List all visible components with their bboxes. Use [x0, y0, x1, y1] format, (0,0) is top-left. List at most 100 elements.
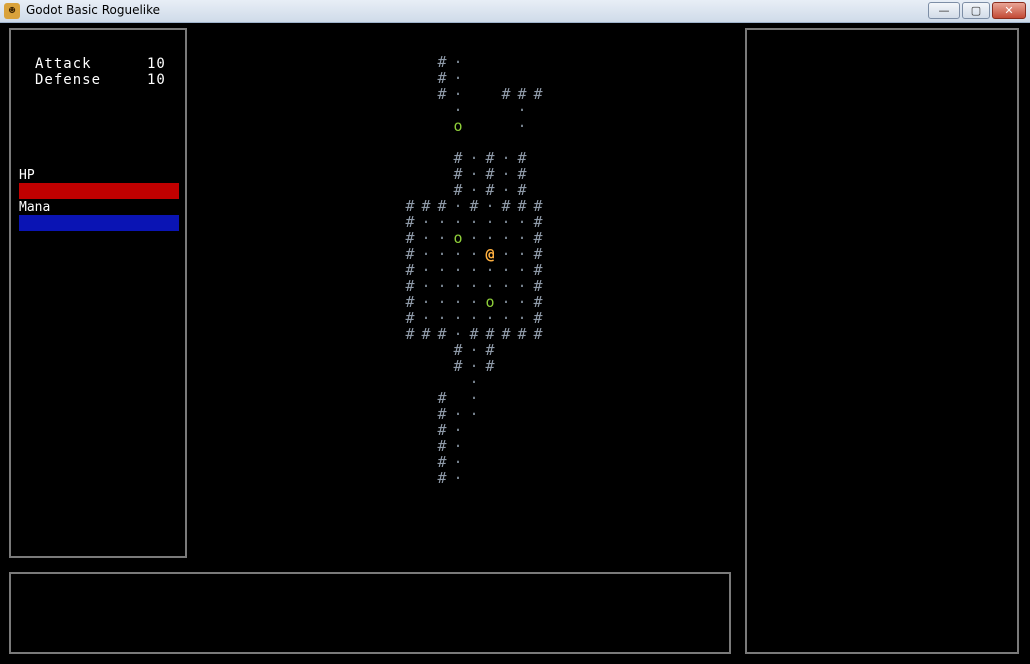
floor-tile: ·	[453, 85, 463, 103]
floor-tile: ·	[485, 197, 495, 215]
floor-tile: ·	[469, 213, 479, 231]
wall-tile: #	[501, 85, 511, 103]
wall-tile: #	[453, 165, 463, 183]
wall-tile: #	[405, 325, 415, 343]
wall-tile: #	[437, 85, 447, 103]
wall-tile: #	[469, 197, 479, 215]
wall-tile: #	[533, 85, 543, 103]
floor-tile: ·	[437, 277, 447, 295]
maximize-button[interactable]: ▢	[962, 2, 990, 19]
floor-tile: ·	[469, 181, 479, 199]
floor-tile: ·	[469, 277, 479, 295]
wall-tile: #	[405, 213, 415, 231]
floor-tile: ·	[485, 277, 495, 295]
minimize-button[interactable]: —	[928, 2, 960, 19]
floor-tile: ·	[421, 245, 431, 263]
defense-label: Defense	[35, 72, 102, 88]
floor-tile: ·	[469, 389, 479, 407]
floor-tile: ·	[421, 293, 431, 311]
floor-tile: ·	[501, 245, 511, 263]
floor-tile: ·	[469, 341, 479, 359]
wall-tile: #	[533, 277, 543, 295]
floor-tile: ·	[469, 245, 479, 263]
wall-tile: #	[405, 309, 415, 327]
floor-tile: ·	[453, 213, 463, 231]
floor-tile: ·	[453, 469, 463, 487]
mana-bar-fill	[19, 215, 179, 231]
wall-tile: #	[437, 453, 447, 471]
window-title: Godot Basic Roguelike	[26, 3, 161, 17]
wall-tile: #	[517, 149, 527, 167]
floor-tile: ·	[501, 165, 511, 183]
floor-tile: ·	[501, 293, 511, 311]
wall-tile: #	[501, 197, 511, 215]
floor-tile: ·	[501, 213, 511, 231]
wall-tile: #	[453, 357, 463, 375]
floor-tile: ·	[469, 405, 479, 423]
attack-label: Attack	[35, 56, 92, 72]
wall-tile: #	[533, 197, 543, 215]
floor-tile: ·	[485, 261, 495, 279]
floor-tile: ·	[485, 309, 495, 327]
dungeon-map[interactable]: # · # · # · # # # · · o · # · # · # # · # · # # · # · # # # # · # · # # # # · ·…	[402, 54, 632, 494]
wall-tile: #	[533, 261, 543, 279]
floor-tile: ·	[453, 245, 463, 263]
wall-tile: #	[421, 197, 431, 215]
floor-tile: ·	[517, 245, 527, 263]
floor-tile: ·	[453, 261, 463, 279]
floor-tile: ·	[517, 309, 527, 327]
floor-tile: ·	[517, 213, 527, 231]
wall-tile: #	[533, 309, 543, 327]
attack-value: 10	[147, 56, 166, 72]
floor-tile: ·	[453, 325, 463, 343]
floor-tile: ·	[453, 277, 463, 295]
wall-tile: #	[533, 325, 543, 343]
wall-tile: #	[437, 197, 447, 215]
floor-tile: ·	[453, 453, 463, 471]
floor-tile: ·	[453, 405, 463, 423]
wall-tile: #	[501, 325, 511, 343]
floor-tile: ·	[501, 277, 511, 295]
floor-tile: ·	[453, 53, 463, 71]
floor-tile: ·	[517, 117, 527, 135]
floor-tile: ·	[421, 261, 431, 279]
floor-tile: ·	[501, 261, 511, 279]
stats-panel: Attack 10 Defense 10 HP Mana	[9, 28, 187, 558]
wall-tile: #	[437, 325, 447, 343]
floor-tile: ·	[469, 261, 479, 279]
floor-tile: ·	[453, 437, 463, 455]
wall-tile: #	[485, 341, 495, 359]
floor-tile: ·	[437, 213, 447, 231]
window-titlebar: ☻ Godot Basic Roguelike — ▢ ✕	[0, 0, 1030, 23]
floor-tile: ·	[437, 229, 447, 247]
wall-tile: #	[437, 53, 447, 71]
wall-tile: #	[533, 229, 543, 247]
wall-tile: #	[437, 469, 447, 487]
wall-tile: #	[421, 325, 431, 343]
wall-tile: #	[405, 277, 415, 295]
defense-value: 10	[147, 72, 166, 88]
wall-tile: #	[405, 261, 415, 279]
close-button[interactable]: ✕	[992, 2, 1026, 19]
floor-tile: ·	[437, 293, 447, 311]
wall-tile: #	[485, 357, 495, 375]
floor-tile: ·	[501, 149, 511, 167]
hp-bar	[19, 183, 179, 199]
side-panel	[745, 28, 1019, 654]
floor-tile: ·	[437, 245, 447, 263]
hp-label: HP	[19, 168, 35, 183]
wall-tile: #	[517, 165, 527, 183]
wall-tile: #	[453, 149, 463, 167]
floor-tile: ·	[469, 165, 479, 183]
wall-tile: #	[405, 293, 415, 311]
wall-tile: #	[405, 245, 415, 263]
wall-tile: #	[437, 405, 447, 423]
wall-tile: #	[437, 421, 447, 439]
wall-tile: #	[453, 181, 463, 199]
hp-bar-fill	[19, 183, 179, 199]
floor-tile: ·	[485, 229, 495, 247]
wall-tile: #	[485, 325, 495, 343]
floor-tile: ·	[453, 69, 463, 87]
floor-tile: ·	[469, 373, 479, 391]
mana-bar	[19, 215, 179, 231]
